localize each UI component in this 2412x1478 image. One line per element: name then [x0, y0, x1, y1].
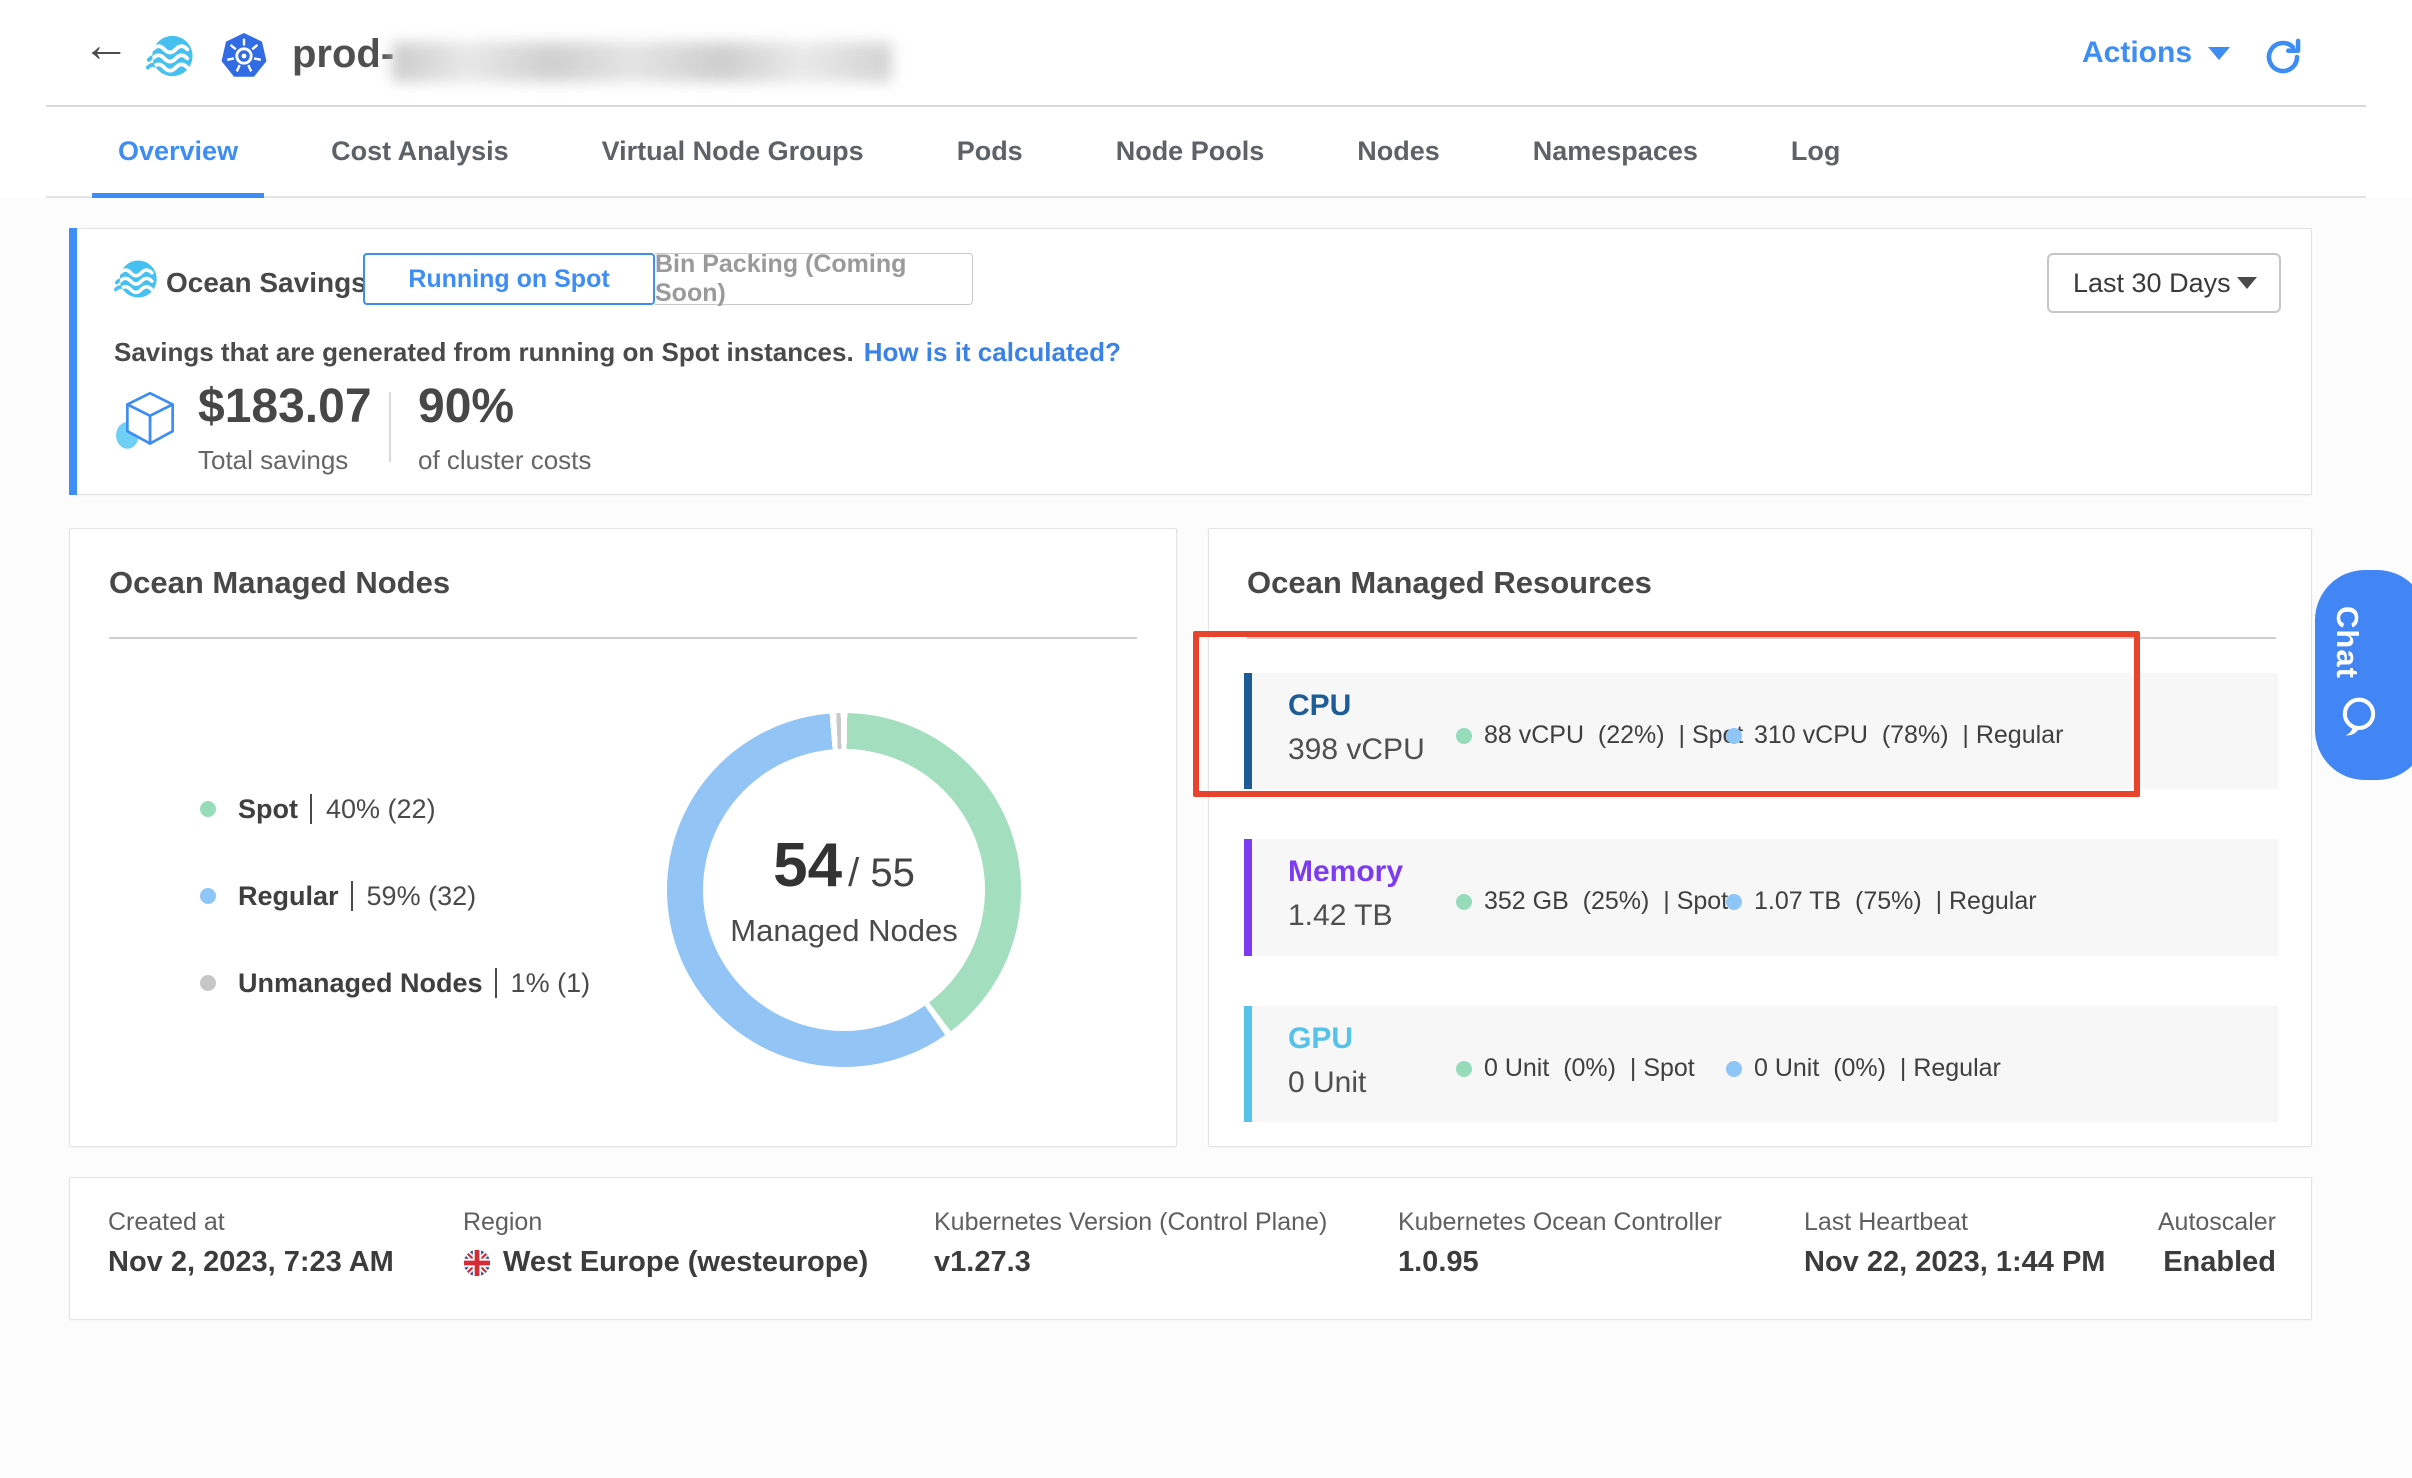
managed-resources-title: Ocean Managed Resources — [1247, 565, 1652, 601]
ocean-savings-panel: Ocean Savings: Running on Spot Bin Packi… — [69, 228, 2312, 495]
period-dropdown[interactable]: Last 30 Days — [2047, 253, 2281, 313]
total-savings-value: $183.07 — [198, 379, 372, 434]
chevron-down-icon — [2237, 277, 2257, 289]
gpu-total: 0 Unit — [1288, 1066, 1366, 1100]
legend-divider — [495, 968, 497, 998]
cluster-title: prod- — [292, 32, 394, 77]
card-divider — [109, 637, 1137, 639]
spot-dot-icon — [200, 801, 216, 817]
total-savings-label: Total savings — [198, 445, 348, 476]
donut-chart: 54 / 55 Managed Nodes — [667, 713, 1021, 1067]
back-arrow-icon[interactable]: ← — [82, 22, 130, 70]
regular-dot-icon — [1726, 1061, 1742, 1077]
cpu-total: 398 vCPU — [1288, 733, 1425, 767]
resource-row-gpu: GPU 0 Unit 0 Unit (0%) | Spot 0 Unit (0%… — [1244, 1006, 2278, 1122]
cluster-title-redacted — [392, 42, 892, 82]
tab-virtual-node-groups[interactable]: Virtual Node Groups — [602, 106, 864, 196]
legend-item-spot: Spot 40% (22) — [200, 791, 436, 827]
chat-label: Chat — [2329, 606, 2365, 679]
how-calculated-link[interactable]: How is it calculated? — [864, 337, 1121, 367]
tab-pods[interactable]: Pods — [957, 106, 1023, 196]
legend-divider — [310, 794, 312, 824]
savings-toggle: Running on Spot Bin Packing (Coming Soon… — [363, 253, 973, 305]
ocean-managed-resources-card: Ocean Managed Resources CPU 398 vCPU 88 … — [1208, 528, 2312, 1147]
refresh-icon[interactable] — [2262, 36, 2304, 83]
spot-dot-icon — [1456, 1061, 1472, 1077]
tab-log[interactable]: Log — [1791, 106, 1840, 196]
page: ← — [0, 0, 2412, 1478]
regular-dot-icon — [1726, 894, 1742, 910]
spot-dot-icon — [1456, 894, 1472, 910]
managed-count: 54 — [773, 830, 842, 901]
uk-flag-icon — [463, 1249, 491, 1277]
total-count: / 55 — [848, 851, 915, 896]
regular-dot-icon — [200, 888, 216, 904]
legend-divider — [351, 881, 353, 911]
legend-item-regular: Regular 59% (32) — [200, 878, 476, 914]
header: ← — [0, 0, 2412, 106]
gpu-spot-stat: 0 Unit (0%) | Spot — [1456, 1054, 1695, 1083]
memory-regular-stat: 1.07 TB (75%) | Regular — [1726, 887, 2037, 916]
gpu-name: GPU — [1288, 1022, 1353, 1056]
cpu-accent-bar — [1244, 673, 1252, 789]
cluster-info-bar: Created at Nov 2, 2023, 7:23 AM Region — [69, 1177, 2312, 1320]
regular-dot-icon — [1726, 728, 1742, 744]
kubernetes-logo-icon — [220, 32, 268, 85]
memory-accent-bar — [1244, 839, 1252, 956]
cpu-spot-stat: 88 vCPU (22%) | Spot — [1456, 721, 1743, 750]
memory-name: Memory — [1288, 855, 1403, 889]
memory-total: 1.42 TB — [1288, 899, 1393, 933]
tab-namespaces[interactable]: Namespaces — [1533, 106, 1698, 196]
memory-spot-stat: 352 GB (25%) | Spot — [1456, 887, 1728, 916]
ocean-managed-nodes-card: Ocean Managed Nodes Spot 40% (22) Regula… — [69, 528, 1177, 1147]
managed-nodes-title: Ocean Managed Nodes — [109, 565, 450, 601]
ocean-savings-label: Ocean Savings: — [166, 267, 376, 299]
period-value: Last 30 Days — [2073, 268, 2231, 299]
gpu-regular-stat: 0 Unit (0%) | Regular — [1726, 1054, 2001, 1083]
donut-center-text: 54 / 55 Managed Nodes — [667, 713, 1021, 1067]
gpu-accent-bar — [1244, 1006, 1252, 1122]
cpu-name: CPU — [1288, 689, 1351, 723]
chat-button[interactable]: Chat — [2315, 570, 2412, 780]
toggle-bin-packing[interactable]: Bin Packing (Coming Soon) — [655, 253, 973, 305]
chat-bubble-icon — [2337, 695, 2381, 744]
savings-cube-icon — [114, 387, 186, 464]
cluster-cost-percent: 90% — [418, 379, 514, 434]
managed-nodes-label: Managed Nodes — [729, 911, 959, 951]
cluster-cost-percent-label: of cluster costs — [418, 445, 591, 476]
savings-accent-bar — [69, 228, 77, 495]
unmanaged-dot-icon — [200, 975, 216, 991]
actions-button[interactable]: Actions — [2082, 36, 2230, 70]
main-content: Ocean Savings: Running on Spot Bin Packi… — [0, 198, 2412, 1478]
resource-row-memory: Memory 1.42 TB 352 GB (25%) | Spot 1.07 … — [1244, 839, 2278, 956]
tab-nodes[interactable]: Nodes — [1357, 106, 1440, 196]
resource-row-cpu: CPU 398 vCPU 88 vCPU (22%) | Spot 310 vC… — [1244, 673, 2278, 789]
actions-label: Actions — [2082, 36, 2192, 70]
tab-overview[interactable]: Overview — [118, 106, 238, 196]
toggle-running-on-spot[interactable]: Running on Spot — [363, 253, 655, 305]
savings-description: Savings that are generated from running … — [114, 337, 1121, 368]
tab-cost-analysis[interactable]: Cost Analysis — [331, 106, 509, 196]
card-divider — [1247, 637, 2276, 639]
chevron-down-icon — [2208, 47, 2230, 60]
tab-node-pools[interactable]: Node Pools — [1116, 106, 1265, 196]
ocean-savings-icon — [114, 257, 158, 301]
legend-item-unmanaged: Unmanaged Nodes 1% (1) — [200, 965, 590, 1001]
cpu-regular-stat: 310 vCPU (78%) | Regular — [1726, 721, 2063, 750]
spot-dot-icon — [1456, 728, 1472, 744]
ocean-logo-icon — [146, 32, 194, 85]
tab-bar: Overview Cost Analysis Virtual Node Grou… — [46, 106, 2366, 198]
savings-divider — [389, 392, 391, 462]
